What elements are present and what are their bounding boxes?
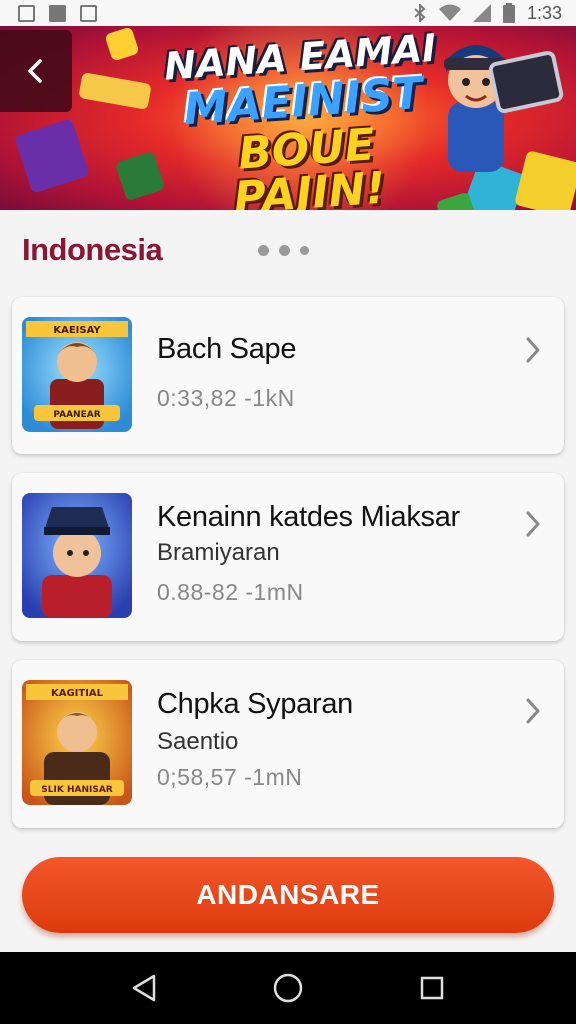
list-item[interactable]: Kenainn katdes Miaksar Bramiyaran 0.88-8… bbox=[12, 473, 564, 641]
list-item[interactable]: KAGITIAL SLIK HANISAR Chpka Syparan Saen… bbox=[12, 660, 564, 828]
more-options-button[interactable] bbox=[258, 244, 310, 256]
notification-icon bbox=[80, 4, 97, 22]
chevron-right-icon bbox=[526, 337, 540, 363]
item-meta: 0;58,57 -1mN bbox=[157, 764, 303, 790]
primary-action-button[interactable]: ANDANSARE bbox=[22, 857, 554, 933]
thumb-caption-text: SLIK HANISAR bbox=[41, 785, 112, 795]
dot-icon bbox=[258, 244, 270, 256]
item-thumbnail: KAEISAY PAANEAR bbox=[22, 317, 132, 432]
nav-back-button[interactable] bbox=[124, 968, 164, 1008]
system-nav-bar bbox=[0, 952, 576, 1024]
item-thumbnail bbox=[22, 493, 132, 618]
triangle-back-icon bbox=[132, 974, 156, 1002]
item-subtitle: Saentio bbox=[157, 728, 239, 755]
item-title: Chpka Syparan bbox=[157, 688, 353, 720]
thumb-caption-text: PAANEAR bbox=[53, 410, 100, 420]
dot-icon bbox=[300, 245, 310, 255]
nav-recents-button[interactable] bbox=[412, 968, 452, 1008]
chevron-left-icon bbox=[28, 59, 42, 83]
banner-tile bbox=[104, 26, 140, 62]
chevron-right-icon bbox=[526, 511, 540, 537]
circle-home-icon bbox=[273, 973, 303, 1003]
signal-icon bbox=[472, 4, 491, 22]
wifi-icon bbox=[438, 4, 461, 21]
square-recents-icon bbox=[420, 976, 444, 1000]
promo-banner[interactable]: NANA EAMAI MAEINIST BOUE PAJIN! bbox=[0, 26, 576, 210]
item-title: Bach Sape bbox=[157, 333, 297, 365]
download-icon bbox=[49, 4, 66, 22]
image-icon bbox=[18, 4, 35, 22]
chevron-right-icon bbox=[526, 698, 540, 724]
thumb-title-text: KAEISAY bbox=[53, 325, 101, 336]
item-meta: 0:33,82 -1kN bbox=[157, 385, 295, 411]
nav-home-button[interactable] bbox=[268, 968, 308, 1008]
banner-title: NANA EAMAI MAEINIST BOUE PAJIN! bbox=[154, 26, 456, 210]
item-title: Kenainn katdes Miaksar bbox=[157, 501, 460, 533]
app-screen: 1:33 NANA EAMAI MAEINIST BOUE PAJIN! Ind… bbox=[0, 0, 576, 1024]
banner-tile bbox=[514, 150, 576, 210]
list-item[interactable]: KAEISAY PAANEAR Bach Sape 0:33,82 -1kN bbox=[12, 297, 564, 454]
status-time: 1:33 bbox=[526, 2, 562, 23]
item-thumbnail: KAGITIAL SLIK HANISAR bbox=[22, 680, 132, 805]
item-meta: 0.88-82 -1mN bbox=[157, 579, 304, 605]
item-subtitle: Bramiyaran bbox=[157, 539, 280, 566]
status-bar: 1:33 bbox=[0, 0, 576, 26]
dot-icon bbox=[279, 244, 291, 256]
battery-icon bbox=[502, 3, 515, 23]
banner-tile bbox=[78, 72, 152, 110]
back-button[interactable] bbox=[0, 30, 72, 112]
thumb-title-text: KAGITIAL bbox=[51, 688, 104, 699]
primary-action-label: ANDANSARE bbox=[196, 879, 380, 910]
section-header: Indonesia bbox=[22, 226, 562, 274]
banner-tile bbox=[14, 118, 90, 194]
section-title: Indonesia bbox=[22, 232, 163, 267]
bluetooth-icon bbox=[414, 4, 426, 22]
